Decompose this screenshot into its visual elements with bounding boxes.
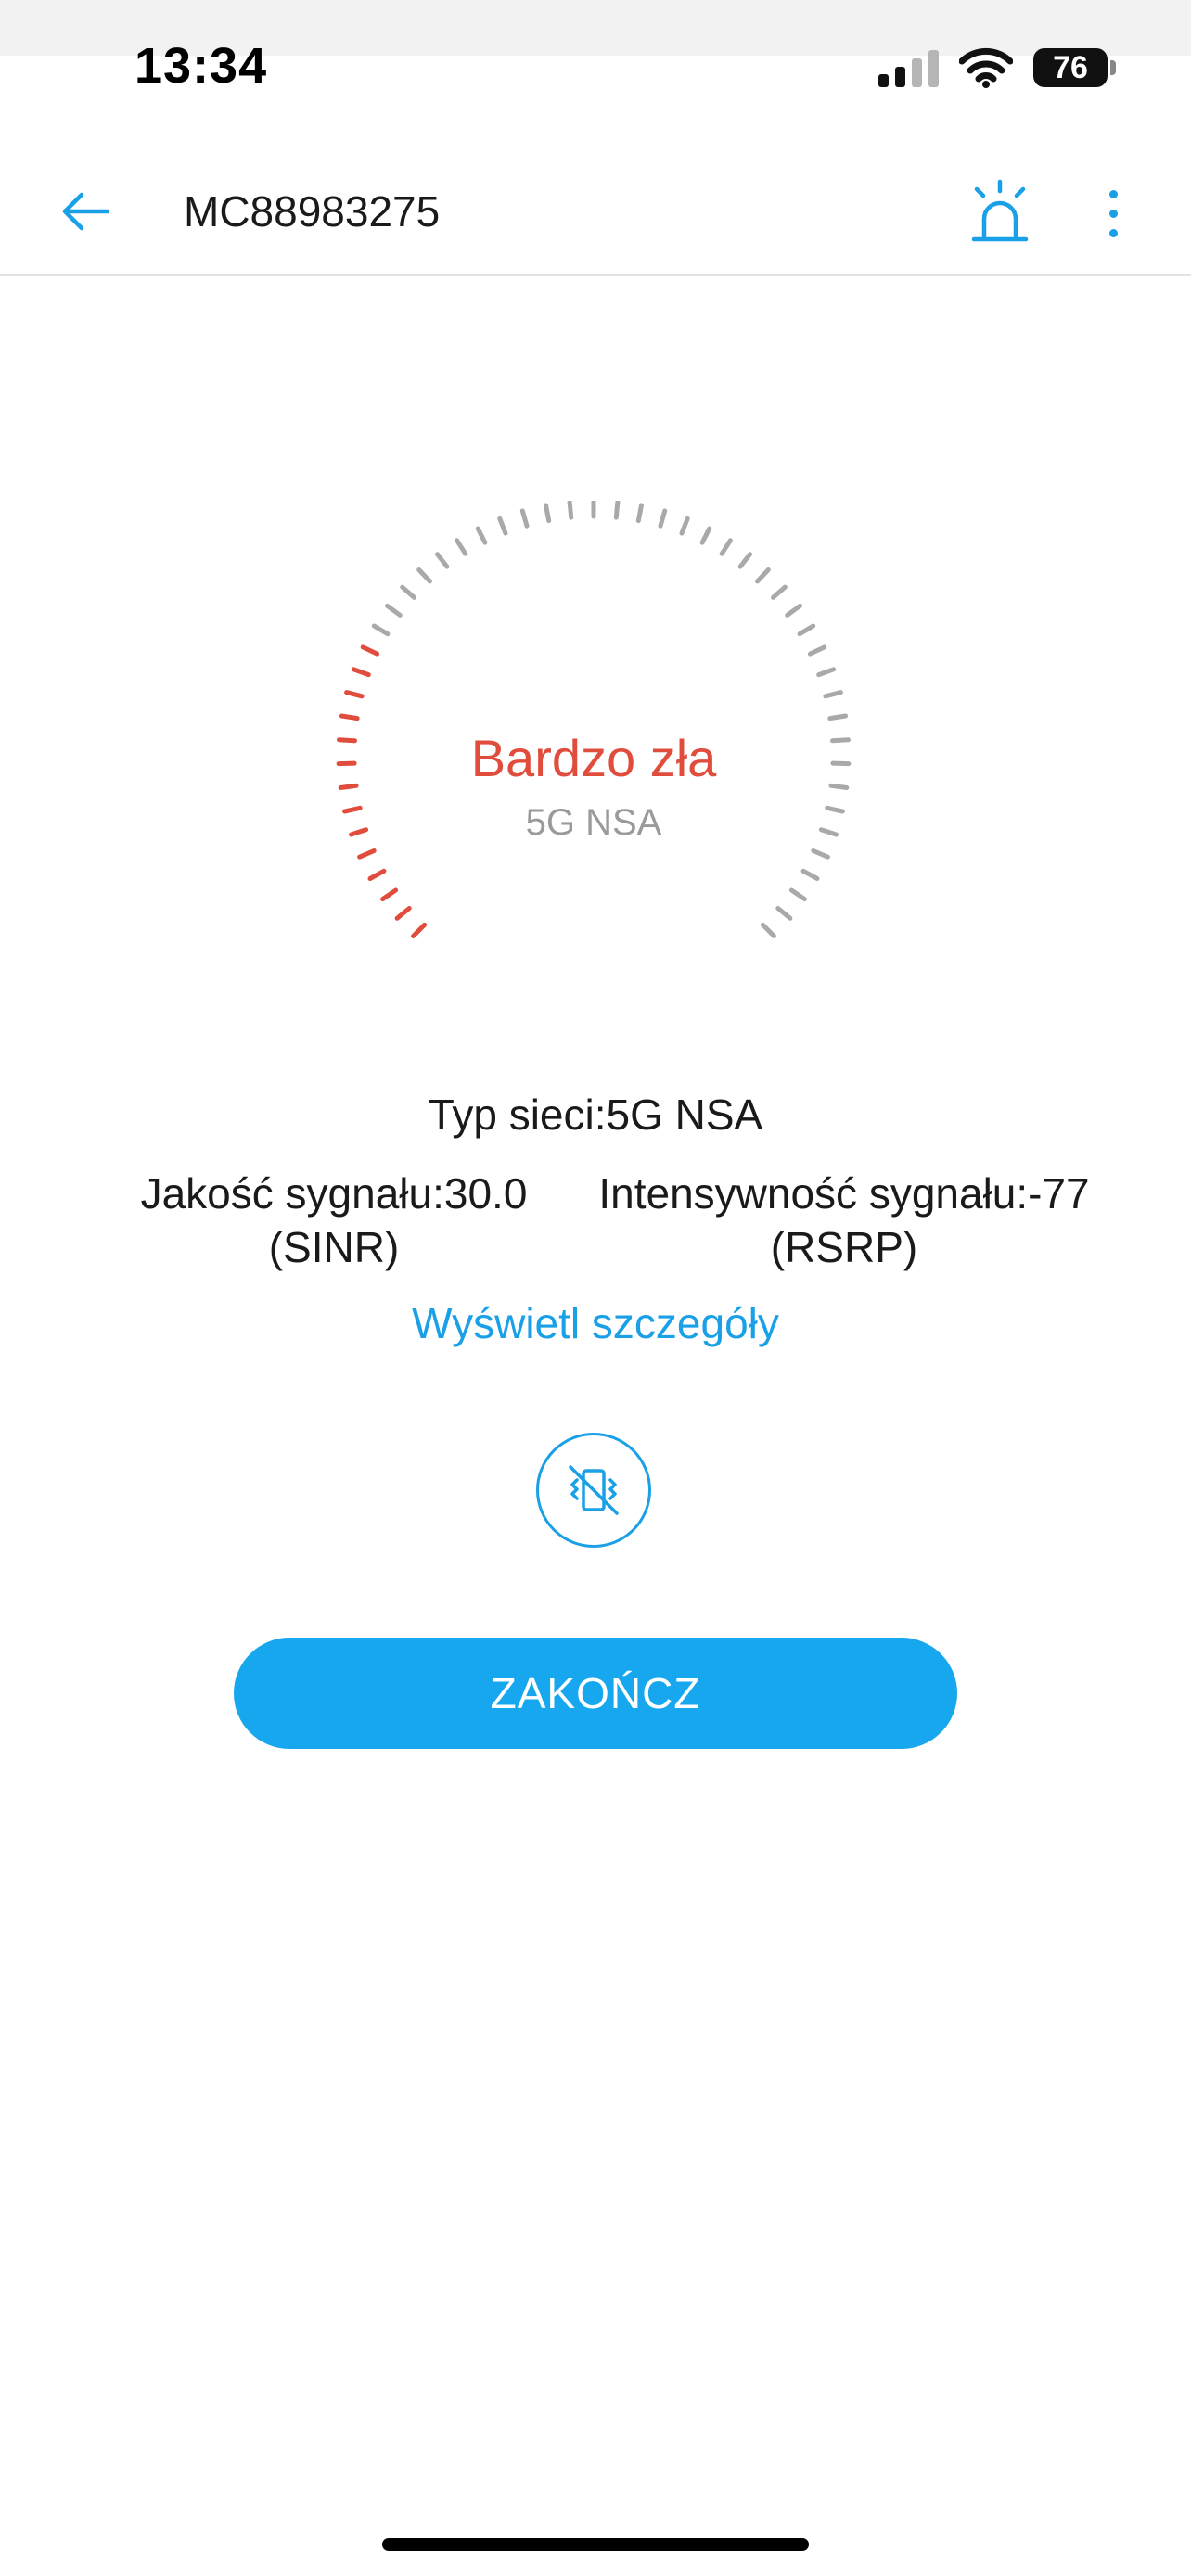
gauge-tick [775, 906, 793, 921]
gauge-tick [785, 603, 802, 618]
gauge-tick [771, 584, 788, 600]
status-time: 13:34 [134, 38, 268, 94]
gauge-tick [816, 667, 837, 678]
gauge-tick [519, 508, 530, 529]
gauge-tick [435, 552, 450, 569]
page-title: MC88983275 [184, 187, 441, 236]
gauge-tick [788, 887, 807, 902]
signal-gauge: Bardzo zła 5G NSA [306, 501, 881, 1001]
gauge-tick [544, 503, 552, 524]
gauge-tick [357, 848, 377, 860]
gauge-tick [411, 922, 428, 938]
signal-intensity-value: Intensywność sygnału:-77 [598, 1169, 1090, 1218]
gauge-tick [360, 644, 380, 657]
gauge-tick [800, 868, 820, 881]
gauge-tick [679, 516, 690, 536]
signal-intensity: Intensywność sygnału:-77 (RSRP) [566, 1167, 1122, 1274]
finish-button[interactable]: ZAKOŃCZ [234, 1638, 957, 1749]
gauge-tick [823, 690, 843, 699]
wifi-icon [959, 47, 1013, 88]
battery-percent: 76 [1053, 49, 1088, 85]
gauge-tick [367, 868, 387, 881]
gauge-tick [755, 567, 771, 584]
signal-quality: Jakość sygnału:30.0 (SINR) [111, 1167, 557, 1274]
gauge-tick [658, 508, 668, 529]
vibration-off-icon [569, 1465, 619, 1515]
alarm-siren-icon [971, 179, 1029, 242]
signal-status-label: Bardzo zła [470, 729, 717, 787]
cellular-signal-icon [878, 48, 939, 87]
gauge-tick [394, 906, 412, 921]
network-type-line: Typ sieci:5G NSA [428, 1090, 763, 1139]
gauge-tick [455, 538, 468, 556]
vibration-toggle-button[interactable] [536, 1433, 651, 1548]
gauge-tick [416, 567, 432, 584]
more-options-button[interactable] [1095, 176, 1132, 250]
gauge-tick [797, 623, 816, 637]
view-details-link[interactable]: Wyświetl szczegóły [0, 1298, 1191, 1348]
gauge-tick [699, 526, 712, 545]
gauge-tick [827, 713, 849, 721]
gauge-tick [344, 690, 365, 699]
battery-tip [1110, 60, 1116, 75]
signal-intensity-unit: (RSRP) [770, 1223, 918, 1271]
gauge-tick [371, 623, 391, 637]
gauge-tick [737, 552, 752, 569]
gauge-tick [400, 584, 416, 600]
gauge-tick [613, 501, 621, 520]
gauge-tick [497, 516, 508, 536]
home-indicator [382, 2538, 809, 2551]
signal-quality-unit: (SINR) [268, 1223, 400, 1271]
app-bar: MC88983275 [0, 148, 1191, 276]
gauge-tick [475, 526, 488, 545]
gauge-tick [380, 887, 399, 902]
gauge-tick [719, 538, 733, 556]
gauge-tick [567, 501, 574, 520]
gauge-tick [351, 667, 371, 678]
gauge-tick [811, 848, 830, 860]
gauge-tick [339, 713, 360, 721]
gauge-tick [807, 644, 827, 657]
back-button[interactable] [48, 178, 122, 245]
more-vertical-icon [1108, 189, 1118, 198]
more-vertical-icon-dot [1108, 209, 1118, 218]
status-icons: 76 [878, 45, 1116, 91]
more-vertical-icon-dot [1108, 228, 1118, 237]
signal-quality-value: Jakość sygnału:30.0 [140, 1169, 528, 1218]
gauge-tick [760, 922, 776, 938]
gauge-tick [635, 503, 644, 524]
alarm-button[interactable] [961, 176, 1039, 250]
gauge-tick [385, 603, 403, 618]
arrow-left-icon [62, 192, 110, 231]
gauge-network-type: 5G NSA [525, 802, 662, 843]
battery-icon: 76 [1033, 48, 1116, 87]
